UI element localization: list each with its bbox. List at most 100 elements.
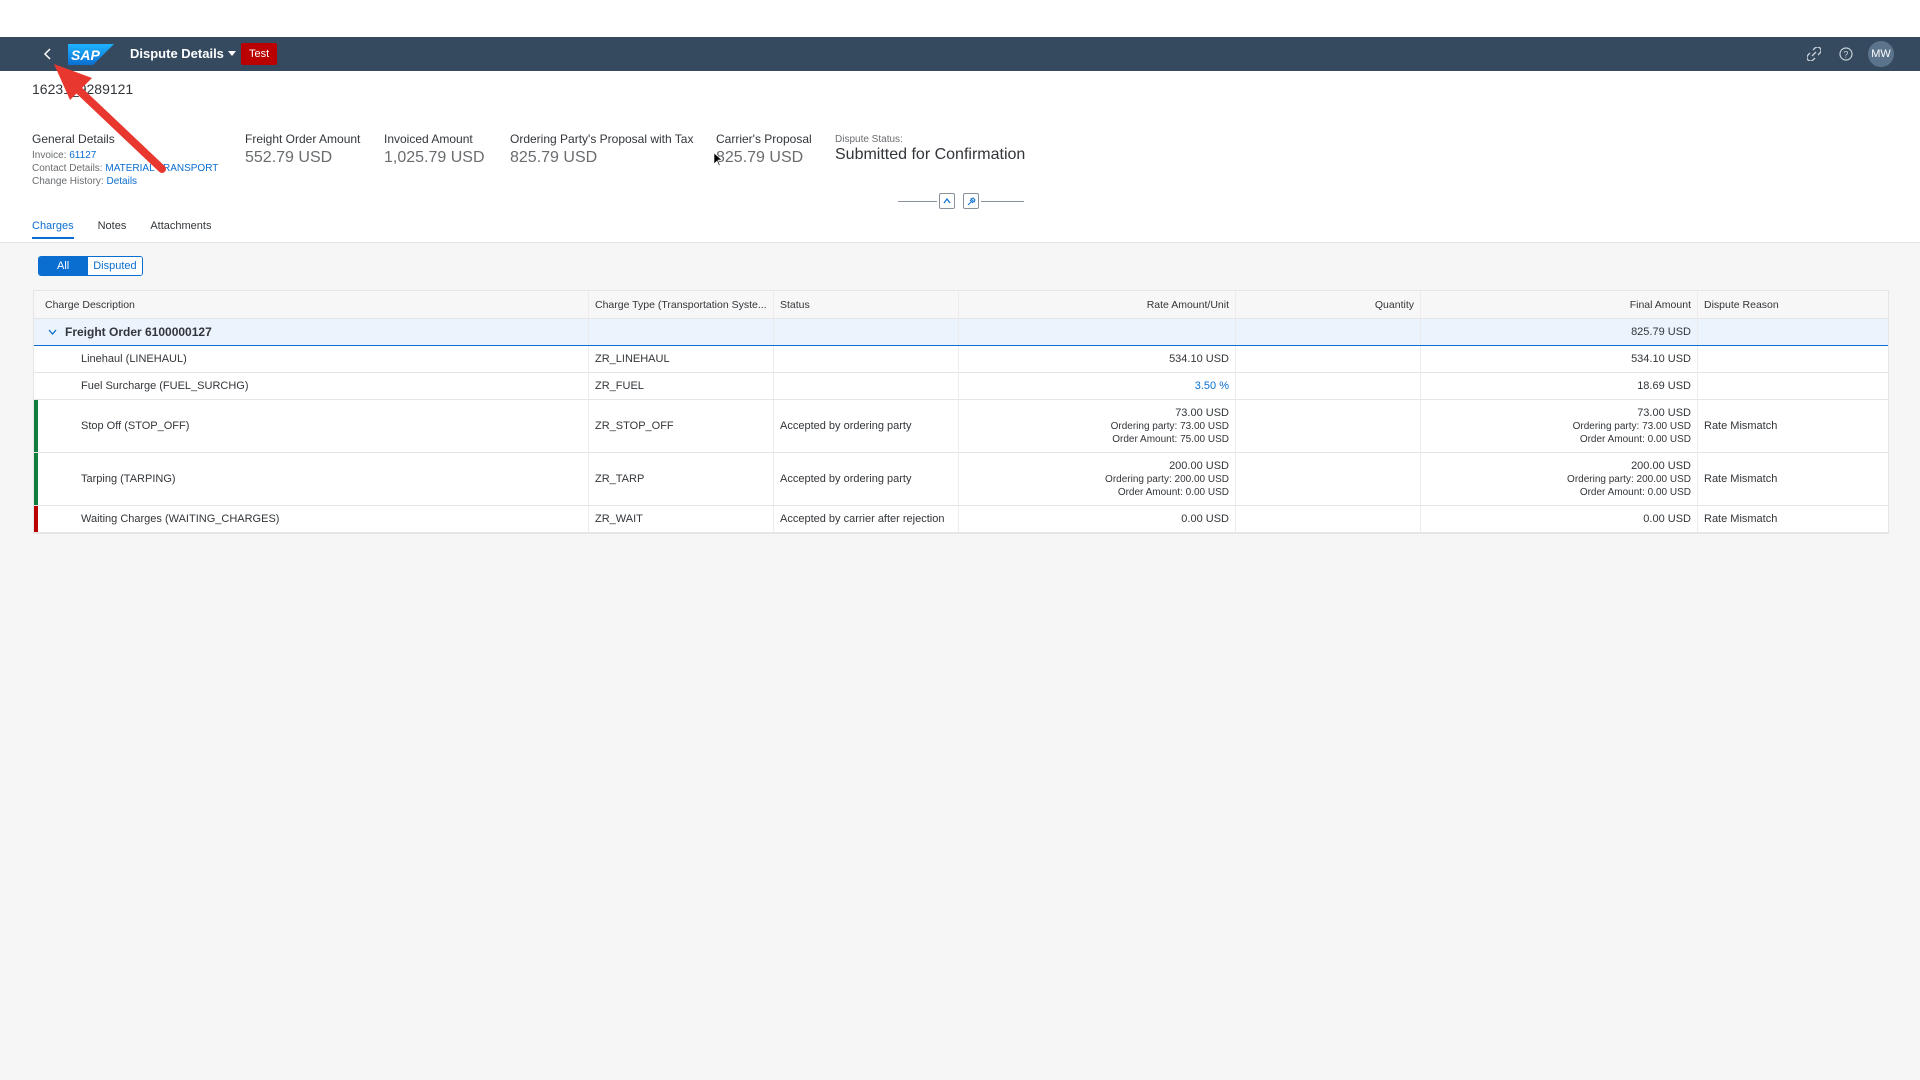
- table-row[interactable]: Waiting Charges (WAITING_CHARGES) ZR_WAI…: [34, 506, 1888, 533]
- charge-status: Accepted by ordering party: [774, 453, 959, 505]
- rate-amount: 534.10 USD: [959, 346, 1236, 372]
- group-row[interactable]: Freight Order 6100000127 825.79 USD: [34, 319, 1888, 346]
- charges-table: Charge Description Charge Type (Transpor…: [33, 290, 1889, 534]
- table-cell: [774, 319, 959, 345]
- sap-logo[interactable]: SAP: [68, 44, 114, 65]
- charge-description: Waiting Charges (WAITING_CHARGES): [34, 506, 589, 532]
- tab-notes[interactable]: Notes: [98, 220, 127, 239]
- final-amount: 73.00 USD: [1637, 406, 1691, 419]
- chevron-up-icon: [943, 198, 951, 204]
- final-amount: 18.69 USD: [1421, 373, 1698, 399]
- dispute-status: Dispute Status: Submitted for Confirmati…: [835, 134, 1025, 164]
- app-window: SAP Dispute Details Test ? MW 16231_9289…: [0, 0, 1920, 1080]
- divider: [898, 201, 937, 202]
- history-details-link[interactable]: Details: [106, 176, 137, 187]
- header-collapse-control: [898, 193, 1024, 209]
- table-row[interactable]: Linehaul (LINEHAUL) ZR_LINEHAUL 534.10 U…: [34, 346, 1888, 373]
- history-label: Change History:: [32, 176, 104, 187]
- chevron-down-icon[interactable]: [48, 329, 57, 335]
- charge-type: ZR_FUEL: [589, 373, 774, 399]
- filter-disputed-button[interactable]: Disputed: [87, 257, 142, 275]
- letterbox-top: [0, 0, 1920, 37]
- kpi-value: 825.79 USD: [716, 149, 804, 166]
- kpi-label: Invoiced Amount: [384, 132, 473, 146]
- table-row[interactable]: Tarping (TARPING) ZR_TARP Accepted by or…: [34, 453, 1888, 506]
- kpi-label: Freight Order Amount: [245, 132, 361, 146]
- column-header[interactable]: Charge Type (Transportation Syste...: [589, 291, 774, 318]
- final-order-amount: Order Amount: 0.00 USD: [1579, 486, 1691, 498]
- table-row[interactable]: Fuel Surcharge (FUEL_SURCHG) ZR_FUEL 3.5…: [34, 373, 1888, 400]
- final-order-amount: Order Amount: 0.00 USD: [1579, 433, 1691, 445]
- environment-badge: Test: [241, 43, 278, 65]
- dispute-reason: [1698, 373, 1888, 399]
- table-cell: [959, 319, 1236, 345]
- filter-all-button[interactable]: All: [39, 257, 88, 275]
- quantity: [1236, 506, 1421, 532]
- rate-amount: 0.00 USD: [959, 506, 1236, 532]
- charge-description: Fuel Surcharge (FUEL_SURCHG): [34, 373, 589, 399]
- quantity: [1236, 453, 1421, 505]
- row-status-indicator: [34, 453, 38, 505]
- app-title-menu[interactable]: Dispute Details: [130, 46, 236, 61]
- tab-bar: Charges Notes Attachments: [32, 220, 211, 239]
- dispute-status-value: Submitted for Confirmation: [835, 146, 1026, 163]
- divider: [981, 201, 1024, 202]
- quantity: [1236, 400, 1421, 452]
- kpi-value: 1,025.79 USD: [384, 149, 485, 166]
- final-amount: 534.10 USD: [1421, 346, 1698, 372]
- final-ordering-party: Ordering party: 73.00 USD: [1572, 420, 1691, 432]
- back-icon: [43, 48, 51, 60]
- dispute-status-label: Dispute Status:: [835, 134, 903, 145]
- dispute-reason: Rate Mismatch: [1704, 513, 1778, 525]
- shell-actions: ? MW: [1804, 41, 1894, 67]
- column-header[interactable]: Status: [774, 291, 959, 318]
- shell-bar: SAP Dispute Details Test ? MW: [0, 37, 1920, 71]
- rate-amount-cell: 73.00 USD Ordering party: 73.00 USD Orde…: [959, 400, 1236, 452]
- svg-text:?: ?: [1843, 50, 1848, 60]
- tab-attachments[interactable]: Attachments: [150, 220, 211, 239]
- column-header[interactable]: Dispute Reason: [1698, 291, 1888, 318]
- rate-amount: 200.00 USD: [1169, 459, 1229, 472]
- general-details-label: General Details: [32, 132, 115, 146]
- general-details: General Details Invoice: 61127 Contact D…: [32, 132, 218, 188]
- rate-ordering-party: Ordering party: 200.00 USD: [1105, 473, 1229, 485]
- charge-description: Tarping (TARPING): [34, 453, 589, 505]
- rate-amount-link[interactable]: 3.50 %: [959, 373, 1236, 399]
- dispute-reason: [1698, 346, 1888, 372]
- column-header[interactable]: Rate Amount/Unit: [959, 291, 1236, 318]
- user-avatar[interactable]: MW: [1868, 41, 1894, 67]
- contact-label: Contact Details:: [32, 163, 103, 174]
- dispute-reason: Rate Mismatch: [1704, 420, 1778, 432]
- collapse-header-button[interactable]: [939, 193, 955, 209]
- rate-order-amount: Order Amount: 0.00 USD: [1117, 486, 1229, 498]
- quantity: [1236, 346, 1421, 372]
- column-header[interactable]: Quantity: [1236, 291, 1421, 318]
- final-amount: 0.00 USD: [1421, 506, 1698, 532]
- contact-link[interactable]: MATERIAL TRANSPORT: [105, 163, 218, 174]
- back-button[interactable]: [36, 42, 60, 66]
- invoice-row: Invoice: 61127: [32, 149, 218, 162]
- help-button[interactable]: ?: [1836, 44, 1856, 64]
- final-amount-cell: 73.00 USD Ordering party: 73.00 USD Orde…: [1421, 400, 1698, 452]
- group-label-cell: Freight Order 6100000127: [34, 319, 589, 345]
- kpi-value: 552.79 USD: [245, 149, 333, 166]
- link-button[interactable]: [1804, 44, 1824, 64]
- row-status-indicator: [34, 400, 38, 452]
- link-icon: [1807, 47, 1821, 61]
- table-cell: [1236, 319, 1421, 345]
- tab-charges[interactable]: Charges: [32, 220, 74, 239]
- group-label: Freight Order 6100000127: [65, 325, 212, 339]
- table-row[interactable]: Stop Off (STOP_OFF) ZR_STOP_OFF Accepted…: [34, 400, 1888, 453]
- kpi-ordering-party-proposal: Ordering Party's Proposal with Tax 825.7…: [510, 132, 693, 167]
- table-cell: [1698, 319, 1888, 345]
- kpi-label: Ordering Party's Proposal with Tax: [510, 132, 694, 146]
- row-status-indicator: [34, 506, 38, 532]
- column-header[interactable]: Final Amount: [1421, 291, 1698, 318]
- charge-type: ZR_LINEHAUL: [589, 346, 774, 372]
- pin-icon: [967, 196, 976, 205]
- invoice-link[interactable]: 61127: [69, 150, 96, 161]
- object-id: 16231_9289121: [32, 81, 134, 97]
- pin-header-button[interactable]: [963, 193, 979, 209]
- kpi-freight-order-amount: Freight Order Amount 552.79 USD: [245, 132, 360, 167]
- column-header[interactable]: Charge Description: [34, 291, 589, 318]
